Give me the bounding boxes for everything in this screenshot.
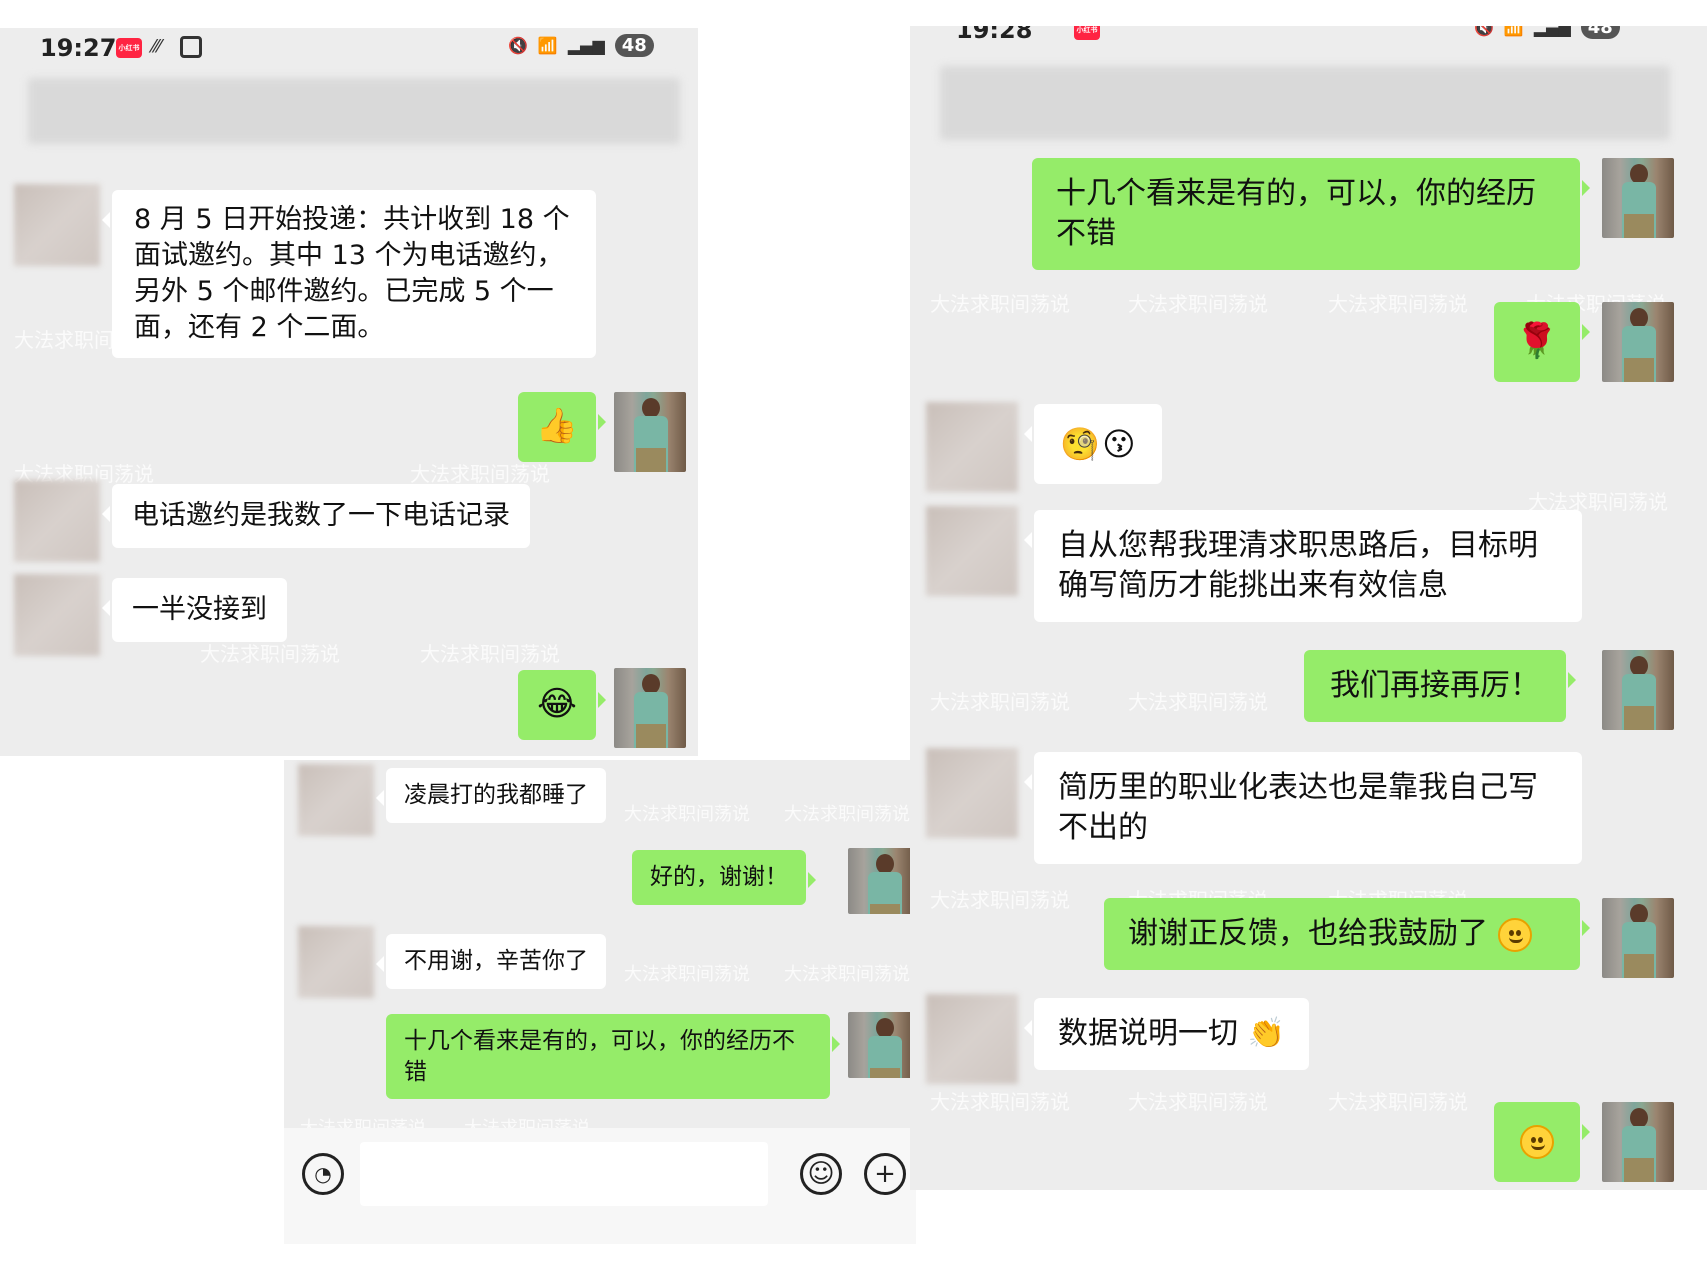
cell-signal-icon: ▂▄▆ bbox=[567, 36, 605, 55]
message-bubble-incoming[interactable]: 🧐 😗 bbox=[1024, 404, 1162, 484]
message-bubble-outgoing[interactable] bbox=[1494, 1102, 1590, 1182]
kiss-icon: 😗 bbox=[1102, 424, 1136, 463]
message-bubble-incoming[interactable]: 8 月 5 日开始投递：共计收到 18 个面试邀约。其中 13 个为电话邀约，另… bbox=[102, 190, 596, 358]
thumbs-up-icon: 👍 bbox=[535, 406, 579, 447]
status-bar: 19:27 小红书 ⁄⁄⁄ 🔇 📶 ▂▄▆ 48 bbox=[0, 28, 698, 72]
message-text: 谢谢正反馈，也给我鼓励了 bbox=[1128, 916, 1488, 951]
contact-avatar[interactable] bbox=[926, 748, 1018, 838]
watermark-text: 大法求职间荡说 bbox=[1328, 1090, 1468, 1114]
contact-avatar[interactable] bbox=[298, 764, 374, 836]
contact-avatar[interactable] bbox=[926, 506, 1018, 596]
watermark-text: 大法求职间荡说 bbox=[410, 462, 550, 486]
left-chat-screen: 大法求职间荡说 大法求职间荡说 大法求职间荡说 大法求职间荡说 大法求职间荡说 … bbox=[0, 28, 698, 756]
clap-icon: 👏 bbox=[1247, 1016, 1285, 1051]
watermark-text: 大法求职间荡说 bbox=[1328, 292, 1468, 316]
contact-avatar[interactable] bbox=[14, 184, 100, 266]
app-badge: 小红书 bbox=[116, 38, 142, 58]
message-bubble-outgoing[interactable]: 😂 bbox=[518, 670, 606, 740]
watermark-text: 大法求职间荡说 bbox=[1128, 292, 1268, 316]
message-bubble-outgoing[interactable]: 十几个看来是有的，可以，你的经历不错 bbox=[1032, 158, 1590, 270]
battery-badge: 48 bbox=[1580, 26, 1620, 39]
message-bubble-outgoing[interactable]: 🌹 bbox=[1494, 302, 1590, 382]
my-avatar[interactable] bbox=[1602, 650, 1674, 730]
watermark-text: 大法求职间荡说 bbox=[1128, 1090, 1268, 1114]
contact-avatar[interactable] bbox=[926, 994, 1018, 1084]
signal-slash-icon: ⁄⁄⁄ bbox=[152, 36, 162, 57]
my-avatar[interactable] bbox=[848, 1012, 912, 1078]
grin-icon bbox=[1497, 917, 1532, 952]
chat-title-bar bbox=[28, 78, 680, 144]
message-bubble-outgoing[interactable]: 十几个看来是有的，可以，你的经历不错 bbox=[386, 1014, 840, 1100]
watermark-text: 大法求职间荡说 bbox=[930, 690, 1070, 714]
contact-avatar[interactable] bbox=[14, 480, 100, 562]
watermark-text: 大法求职间荡说 bbox=[930, 292, 1070, 316]
watermark-text: 大法求职间荡说 bbox=[420, 642, 560, 666]
my-avatar[interactable] bbox=[1602, 1102, 1674, 1182]
contact-avatar[interactable] bbox=[926, 402, 1018, 492]
status-time: 19:28 bbox=[956, 26, 1033, 44]
message-bubble-incoming[interactable]: 不用谢，辛苦你了 bbox=[376, 934, 606, 989]
plus-icon[interactable]: + bbox=[864, 1153, 906, 1195]
watermark-text: 大法求职间荡说 bbox=[784, 804, 910, 825]
bottom-chat-screen: 大法求职间荡说 大法求职间荡说 大法求职间荡说 大法求职间荡说 大法求职间荡说 … bbox=[284, 760, 916, 1244]
rose-icon: 🌹 bbox=[1515, 321, 1559, 362]
watermark-text: 大法求职间荡说 bbox=[1128, 690, 1268, 714]
message-bubble-outgoing[interactable]: 谢谢正反馈，也给我鼓励了 bbox=[1104, 898, 1590, 970]
screen-record-icon bbox=[180, 36, 202, 58]
watermark-text: 大法求职间荡说 bbox=[930, 888, 1070, 912]
wifi-icon: 📶 bbox=[537, 36, 558, 55]
smile-icon[interactable]: ☺ bbox=[800, 1153, 842, 1195]
contact-avatar[interactable] bbox=[298, 926, 374, 998]
laugh-cry-icon: 😂 bbox=[537, 684, 577, 725]
watermark-text: 大法求职间荡说 bbox=[930, 1090, 1070, 1114]
voice-icon[interactable]: ◔ bbox=[302, 1153, 344, 1195]
message-bubble-incoming[interactable]: 电话邀约是我数了一下电话记录 bbox=[102, 484, 530, 548]
battery-badge: 48 bbox=[614, 34, 654, 57]
app-badge: 小红书 bbox=[1074, 26, 1100, 40]
thinking-icon: 🧐 bbox=[1060, 424, 1101, 463]
my-avatar[interactable] bbox=[848, 848, 912, 914]
my-avatar[interactable] bbox=[1602, 302, 1674, 382]
watermark-text: 大法求职间荡说 bbox=[200, 642, 340, 666]
message-bubble-outgoing[interactable]: 👍 bbox=[518, 392, 606, 462]
contact-avatar[interactable] bbox=[14, 574, 100, 656]
message-bubble-outgoing[interactable]: 我们再接再厉！ bbox=[1304, 650, 1576, 722]
mute-icon: 🔇 bbox=[508, 36, 528, 55]
chat-input-bar: ◔ ☺ + bbox=[284, 1128, 916, 1244]
smile-icon bbox=[1520, 1125, 1554, 1159]
status-bar: 19:28 小红书 🔇 📶 ▂▄▆ 48 bbox=[910, 26, 1707, 50]
message-bubble-incoming[interactable]: 凌晨打的我都睡了 bbox=[376, 768, 606, 823]
watermark-text: 大法求职间荡说 bbox=[624, 964, 750, 985]
right-chat-screen: 大法求职间荡说 大法求职间荡说 大法求职间荡说 大法求职间荡说 大法求职间荡说 … bbox=[910, 26, 1707, 1190]
message-bubble-incoming[interactable]: 自从您帮我理清求职思路后，目标明确写简历才能挑出来有效信息 bbox=[1024, 510, 1582, 622]
chat-title-bar bbox=[940, 66, 1670, 140]
my-avatar[interactable] bbox=[614, 392, 686, 472]
watermark-text: 大法求职间荡说 bbox=[784, 964, 910, 985]
my-avatar[interactable] bbox=[1602, 158, 1674, 238]
cell-signal-icon: ▂▄▆ bbox=[1533, 26, 1571, 37]
message-bubble-outgoing[interactable]: 好的，谢谢！ bbox=[632, 850, 816, 905]
message-bubble-incoming[interactable]: 一半没接到 bbox=[102, 578, 287, 642]
mute-icon: 🔇 bbox=[1474, 26, 1494, 37]
message-bubble-incoming[interactable]: 简历里的职业化表达也是靠我自己写不出的 bbox=[1024, 752, 1582, 864]
wifi-icon: 📶 bbox=[1503, 26, 1524, 37]
message-text: 数据说明一切 bbox=[1058, 1016, 1238, 1051]
message-input[interactable] bbox=[360, 1142, 768, 1206]
my-avatar[interactable] bbox=[1602, 898, 1674, 978]
my-avatar[interactable] bbox=[614, 668, 686, 748]
status-time: 19:27 bbox=[40, 34, 117, 62]
message-bubble-incoming[interactable]: 数据说明一切 👏 bbox=[1024, 998, 1309, 1070]
watermark-text: 大法求职间荡说 bbox=[624, 804, 750, 825]
